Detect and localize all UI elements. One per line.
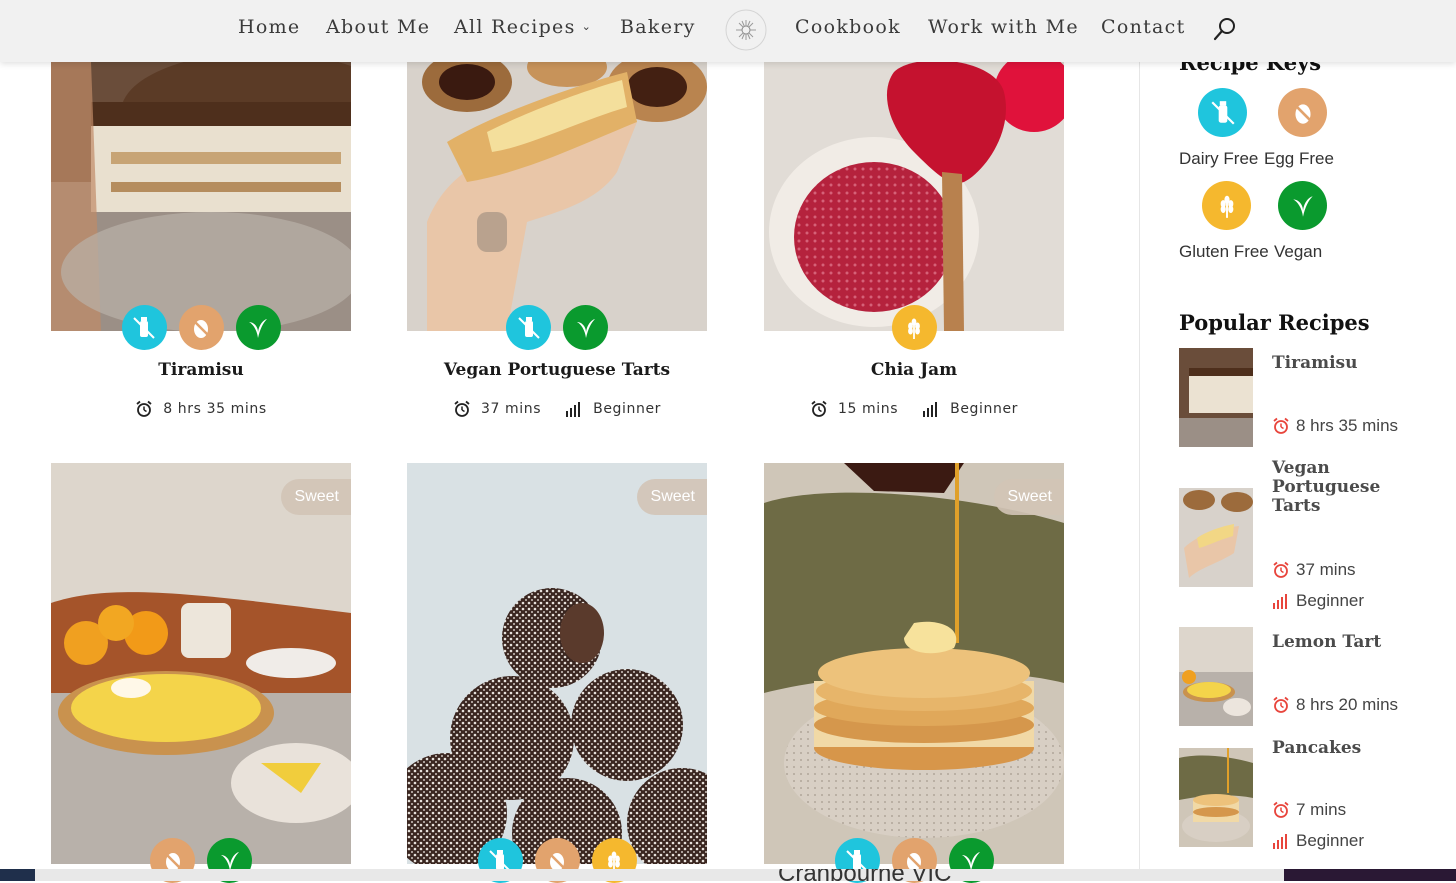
- popular-time: 37 mins: [1272, 560, 1356, 580]
- popular-time: 7 mins: [1272, 800, 1346, 820]
- recipe-time: 8 hrs 35 mins: [163, 401, 267, 417]
- gluten-free-icon: [891, 305, 937, 350]
- popular-time-text: 8 hrs 20 mins: [1296, 695, 1399, 714]
- recipe-level: Beginner: [950, 401, 1019, 417]
- popular-time-text: 37 mins: [1296, 560, 1356, 579]
- popular-title[interactable]: Tiramisu: [1272, 354, 1422, 373]
- dairy-free-icon: [506, 305, 551, 350]
- key-label-egg-free: Egg Free: [1264, 149, 1334, 168]
- chia-jam-image[interactable]: [764, 62, 1064, 331]
- egg-free-icon[interactable]: [1278, 88, 1327, 137]
- pancakes-image[interactable]: [764, 463, 1064, 864]
- popular-recipes-heading: Popular Recipes: [1179, 310, 1370, 335]
- alarm-clock-icon: [1273, 417, 1289, 434]
- top-navigation: Home About Me All Recipes ⌄ Bakery Cookbo…: [0, 0, 1456, 62]
- category-tag[interactable]: Sweet: [636, 479, 707, 515]
- alarm-clock-icon: [811, 400, 827, 417]
- key-label-vegan: Vegan: [1274, 242, 1323, 261]
- nav-home[interactable]: Home: [238, 16, 300, 38]
- popular-time-text: 7 mins: [1296, 800, 1347, 819]
- recipe-title[interactable]: Chia Jam: [764, 360, 1064, 380]
- popular-level: Beginner: [1272, 591, 1364, 611]
- popular-level: Beginner: [1272, 831, 1364, 851]
- popular-thumb-tiramisu[interactable]: [1179, 348, 1253, 447]
- lemon-tart-image[interactable]: [51, 463, 351, 864]
- egg-free-icon: [178, 305, 224, 350]
- footer-strip: Cranbourne VIC: [0, 869, 1456, 881]
- category-tag[interactable]: Sweet: [280, 479, 351, 515]
- nav-all-recipes[interactable]: All Recipes ⌄: [454, 16, 592, 38]
- nav-all-recipes-label: All Recipes: [454, 16, 576, 38]
- sidebar-divider: [1139, 62, 1140, 870]
- footer-left-block: [0, 869, 35, 881]
- site-logo[interactable]: [724, 8, 768, 52]
- recipe-time: 15 mins: [837, 401, 899, 417]
- vegan-icon: [563, 305, 608, 350]
- nav-work-with-me[interactable]: Work with Me: [928, 16, 1079, 38]
- category-tag[interactable]: Sweet: [993, 479, 1064, 515]
- nav-bakery[interactable]: Bakery: [620, 16, 696, 38]
- recipe-time: 37 mins: [480, 401, 542, 417]
- popular-title[interactable]: Vegan Portuguese Tarts: [1272, 459, 1422, 516]
- coconut-balls-image[interactable]: [407, 463, 707, 864]
- diet-badges: [51, 305, 351, 350]
- difficulty-bars-icon: [1273, 594, 1287, 609]
- nav-cookbook[interactable]: Cookbook: [795, 16, 901, 38]
- chevron-down-icon: ⌄: [581, 20, 593, 33]
- recipe-meta: 15 mins Beginner: [764, 400, 1064, 418]
- dairy-free-icon[interactable]: [1198, 88, 1247, 137]
- search-icon[interactable]: [1212, 16, 1238, 42]
- difficulty-bars-icon: [566, 402, 581, 417]
- footer-location-text: Cranbourne VIC: [778, 869, 951, 881]
- alarm-clock-icon: [454, 400, 470, 417]
- diet-badges: [764, 305, 1064, 350]
- recipe-level: Beginner: [593, 401, 662, 417]
- footer-right-block: [1284, 869, 1456, 881]
- difficulty-bars-icon: [923, 402, 938, 417]
- key-label-gluten-free: Gluten Free: [1179, 242, 1269, 261]
- popular-title[interactable]: Pancakes: [1272, 739, 1422, 758]
- popular-time: 8 hrs 20 mins: [1272, 695, 1398, 715]
- recipe-meta: 8 hrs 35 mins: [51, 400, 351, 418]
- alarm-clock-icon: [1273, 801, 1289, 818]
- vegan-icon: [235, 305, 281, 350]
- difficulty-bars-icon: [1273, 834, 1287, 849]
- gluten-free-icon[interactable]: [1202, 181, 1251, 230]
- alarm-clock-icon: [1273, 561, 1289, 578]
- portuguese-tarts-image[interactable]: [407, 62, 707, 331]
- diet-badges: [407, 305, 707, 350]
- recipe-title[interactable]: Tiramisu: [51, 360, 351, 380]
- popular-title[interactable]: Lemon Tart: [1272, 633, 1422, 652]
- popular-time: 8 hrs 35 mins: [1272, 416, 1398, 436]
- recipe-meta: 37 mins Beginner: [407, 400, 707, 418]
- alarm-clock-icon: [136, 400, 152, 417]
- popular-thumb-vegan-portuguese-tarts[interactable]: [1179, 488, 1253, 587]
- popular-thumb-pancakes[interactable]: [1179, 748, 1253, 847]
- recipe-title[interactable]: Vegan Portuguese Tarts: [407, 360, 707, 380]
- popular-level-text: Beginner: [1296, 831, 1365, 850]
- dairy-free-icon: [121, 305, 167, 350]
- alarm-clock-icon: [1273, 696, 1289, 713]
- popular-time-text: 8 hrs 35 mins: [1296, 416, 1399, 435]
- key-label-dairy-free: Dairy Free: [1179, 149, 1259, 168]
- popular-thumb-lemon-tart[interactable]: [1179, 627, 1253, 726]
- nav-contact[interactable]: Contact: [1101, 16, 1186, 38]
- nav-about-me[interactable]: About Me: [326, 16, 430, 38]
- tiramisu-image[interactable]: [51, 62, 351, 331]
- popular-level-text: Beginner: [1296, 591, 1365, 610]
- vegan-icon[interactable]: [1278, 181, 1327, 230]
